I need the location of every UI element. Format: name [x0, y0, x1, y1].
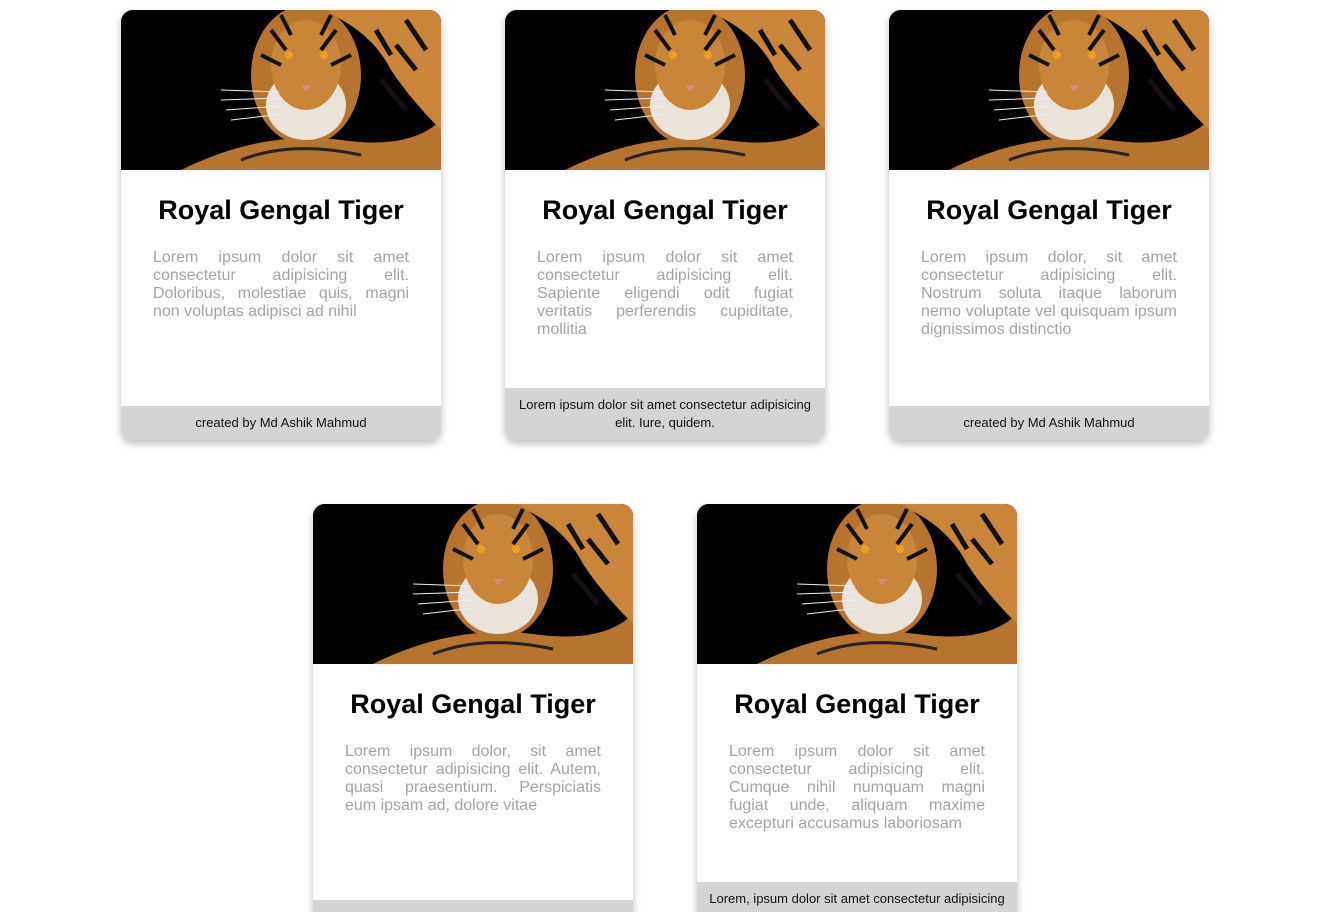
card-description: Lorem ipsum dolor sit amet consectetur a…: [537, 249, 793, 338]
card-grid: Royal Gengal Tiger Lorem ipsum dolor sit…: [0, 0, 1336, 912]
card-2[interactable]: Royal Gengal Tiger Lorem ipsum dolor sit…: [505, 10, 825, 440]
card-title: Royal Gengal Tiger: [350, 689, 596, 719]
card-3[interactable]: Royal Gengal Tiger Lorem ipsum dolor, si…: [889, 10, 1209, 440]
card-5[interactable]: Royal Gengal Tiger Lorem ipsum dolor sit…: [697, 504, 1017, 912]
card-description: Lorem ipsum dolor, sit amet consectetur …: [345, 743, 601, 814]
card-footer: created by Md Ashik Mahmud: [121, 406, 441, 440]
card-title: Royal Gengal Tiger: [158, 195, 404, 225]
card-footer: Lorem, ipsum dolor sit amet consectetur …: [697, 882, 1017, 912]
card-title: Royal Gengal Tiger: [926, 195, 1172, 225]
tiger-image-icon: [889, 10, 1209, 170]
tiger-image: [697, 504, 1017, 664]
card-description: Lorem ipsum dolor sit amet consectetur a…: [153, 249, 409, 320]
card-description: Lorem ipsum dolor sit amet consectetur a…: [729, 743, 985, 832]
card-footer: Lorem ipsum dolor sit amet consectetur a…: [505, 388, 825, 440]
tiger-image-icon: [313, 504, 633, 664]
tiger-image-icon: [505, 10, 825, 170]
tiger-image-icon: [121, 10, 441, 170]
card-1[interactable]: Royal Gengal Tiger Lorem ipsum dolor sit…: [121, 10, 441, 440]
tiger-image: [889, 10, 1209, 170]
tiger-image-icon: [697, 504, 1017, 664]
card-title: Royal Gengal Tiger: [542, 195, 788, 225]
card-4[interactable]: Royal Gengal Tiger Lorem ipsum dolor, si…: [313, 504, 633, 912]
tiger-image: [121, 10, 441, 170]
card-description: Lorem ipsum dolor, sit amet consectetur …: [921, 249, 1177, 338]
card-title: Royal Gengal Tiger: [734, 689, 980, 719]
card-footer: created by Md Ashik Mahmud: [889, 406, 1209, 440]
tiger-image: [505, 10, 825, 170]
card-footer: [313, 900, 633, 912]
tiger-image: [313, 504, 633, 664]
